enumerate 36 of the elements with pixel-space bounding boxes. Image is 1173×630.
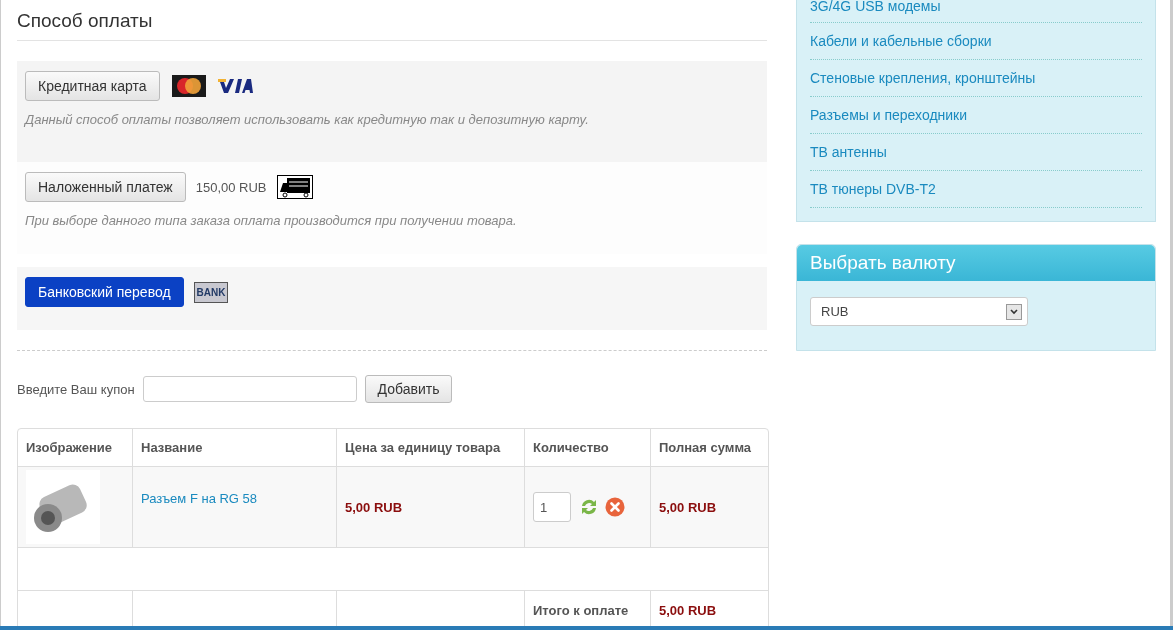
- unit-price: 5,00 RUB: [345, 499, 403, 515]
- order-total: 5,00 RUB: [659, 603, 717, 618]
- mastercard-logo-icon: [171, 75, 206, 97]
- category-link[interactable]: ТВ антенны: [810, 134, 1142, 171]
- payment-method-button[interactable]: Кредитная карта: [25, 71, 160, 101]
- product-link[interactable]: Разъем F на RG 58: [141, 491, 258, 506]
- category-link[interactable]: Разъемы и переходники: [810, 97, 1142, 134]
- column-header: Название: [141, 440, 203, 455]
- bank-badge: BANK: [193, 281, 229, 303]
- add-coupon-button[interactable]: Добавить: [364, 375, 453, 403]
- visa-logo-icon: [215, 77, 254, 95]
- column-header: Изображение: [26, 440, 112, 455]
- truck-icon: [276, 175, 313, 199]
- dropdown-caret-icon: [1006, 303, 1022, 320]
- coupon-label: Введите Ваш купон: [17, 381, 135, 397]
- category-link[interactable]: ТВ тюнеры DVB-T2: [810, 171, 1142, 208]
- method-description: Данный способ оплаты позволяет использовать как кредитную так и депозитную карту.: [25, 112, 590, 127]
- line-total: 5,00 RUB: [659, 499, 717, 515]
- column-header: Полная сумма: [659, 440, 752, 455]
- column-header: Количество: [533, 440, 609, 455]
- total-label: Итого к оплате: [533, 603, 629, 618]
- category-link[interactable]: Стеновые крепления, кронштейны: [810, 60, 1142, 97]
- coupon-field[interactable]: [142, 376, 357, 402]
- cod-fee: 150,00 RUB: [195, 179, 267, 195]
- currency-select[interactable]: RUB: [810, 297, 1028, 326]
- currency-panel-header: Выбрать валюту: [797, 245, 1155, 281]
- section-title: Способ оплаты: [17, 9, 154, 33]
- quantity-field[interactable]: 1: [533, 492, 571, 522]
- column-header: Цена за единицу товара: [345, 440, 501, 455]
- payment-method-button[interactable]: Банковский перевод: [25, 277, 184, 307]
- method-description: При выборе данного типа заказа оплата производится при получении товара.: [25, 213, 518, 228]
- refresh-icon[interactable]: [579, 497, 599, 517]
- payment-method-button[interactable]: Наложенный платеж: [25, 172, 186, 202]
- category-link[interactable]: 3G/4G USB модемы: [810, 0, 1142, 23]
- remove-icon[interactable]: [605, 497, 625, 517]
- category-link[interactable]: Кабели и кабельные сборки: [810, 23, 1142, 60]
